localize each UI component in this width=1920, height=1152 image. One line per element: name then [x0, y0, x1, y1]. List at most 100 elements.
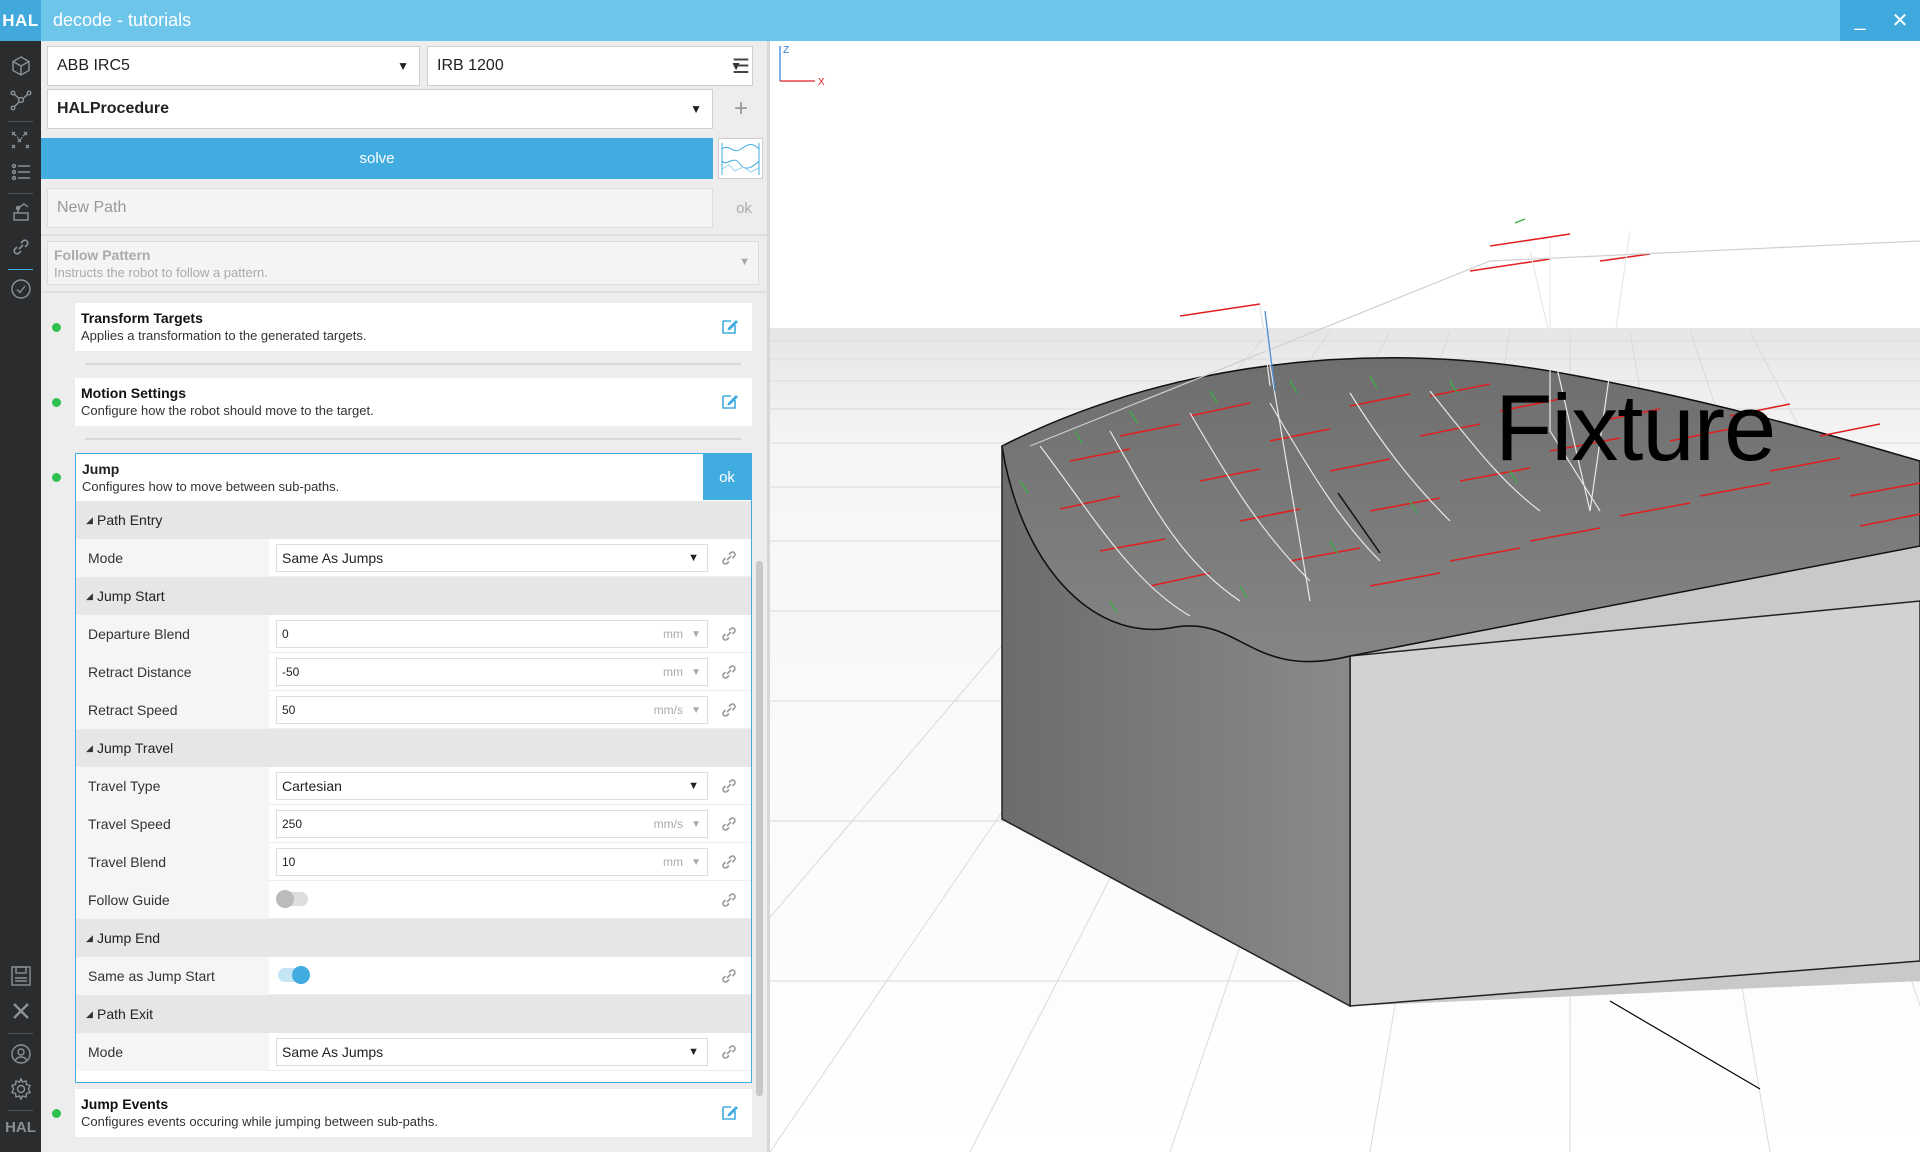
- chevron-down-icon[interactable]: ▼: [691, 667, 701, 678]
- save-icon[interactable]: [6, 961, 35, 990]
- title-bar: HAL decode - tutorials _ ✕: [0, 0, 1920, 41]
- section-jump-end[interactable]: ◢ Jump End: [76, 919, 751, 957]
- status-dot: [52, 473, 61, 482]
- section-jump-start[interactable]: ◢ Jump Start: [76, 577, 751, 615]
- controller-value: ABB IRC5: [57, 57, 130, 74]
- link-icon[interactable]: [719, 700, 739, 720]
- step-desc: Configures how to move between sub-paths…: [82, 479, 340, 494]
- jump-ok-button[interactable]: ok: [703, 454, 751, 500]
- jump-header[interactable]: Jump Configures how to move between sub-…: [76, 454, 751, 500]
- step-jump-events[interactable]: Jump Events Configures events occuring w…: [75, 1089, 752, 1137]
- field-label: Same as Jump Start: [88, 968, 215, 984]
- travel-blend-input[interactable]: 10 mm ▼: [276, 848, 708, 876]
- window-controls: _ ✕: [1840, 0, 1920, 41]
- close-window-button[interactable]: ✕: [1885, 8, 1915, 33]
- scatter-icon[interactable]: [6, 125, 35, 154]
- section-path-exit[interactable]: ◢ Path Exit: [76, 995, 751, 1033]
- field-label: Mode: [88, 550, 124, 566]
- collapse-icon: ◢: [86, 514, 93, 525]
- field-label: Travel Speed: [88, 816, 171, 832]
- row-travel-type: Travel Type Cartesian ▼: [76, 767, 751, 805]
- field-value: Cartesian: [282, 778, 342, 794]
- section-jump-travel[interactable]: ◢ Jump Travel: [76, 729, 751, 767]
- collapse-icon: ◢: [86, 1008, 93, 1019]
- same-as-jump-start-toggle[interactable]: [278, 966, 310, 984]
- robot-select[interactable]: IRB 1200 ▼: [427, 46, 753, 86]
- unit-label: mm/s: [653, 703, 683, 717]
- link-icon[interactable]: [719, 624, 739, 644]
- 3d-viewport[interactable]: Fixture Z X: [767, 41, 1920, 1152]
- follow-guide-toggle[interactable]: [276, 890, 308, 908]
- chevron-down-icon: ▼: [397, 59, 409, 73]
- procedure-select[interactable]: HALProcedure ▼: [47, 89, 713, 129]
- tool-rail: HAL: [0, 41, 41, 1152]
- departure-blend-input[interactable]: 0 mm ▼: [276, 620, 708, 648]
- network-icon[interactable]: [6, 85, 35, 114]
- close-icon[interactable]: [6, 996, 35, 1025]
- block-front-face: [1349, 600, 1920, 1007]
- link-icon[interactable]: [719, 966, 739, 986]
- solve-preview[interactable]: [718, 138, 763, 179]
- step-desc: Applies a transformation to the generate…: [81, 328, 367, 343]
- axis-x-label: X: [818, 77, 825, 88]
- add-procedure-button[interactable]: +: [721, 89, 761, 129]
- app-logo: HAL: [0, 0, 41, 41]
- robot-icon[interactable]: [6, 196, 35, 225]
- unit-label: mm: [663, 627, 683, 641]
- step-jump: Jump Configures how to move between sub-…: [75, 453, 752, 1083]
- panel-scrollbar[interactable]: [756, 561, 763, 1096]
- gear-icon[interactable]: [6, 1074, 35, 1103]
- edit-icon[interactable]: [720, 1102, 740, 1122]
- new-path-ok-button[interactable]: ok: [729, 188, 759, 228]
- step-motion-settings[interactable]: Motion Settings Configure how the robot …: [75, 378, 752, 426]
- section-path-entry[interactable]: ◢ Path Entry: [76, 501, 751, 539]
- procedure-value: HALProcedure: [57, 100, 170, 117]
- section-title: Jump Start: [97, 588, 165, 604]
- check-icon[interactable]: [6, 274, 35, 303]
- travel-speed-input[interactable]: 250 mm/s ▼: [276, 810, 708, 838]
- chevron-down-icon[interactable]: ▼: [691, 857, 701, 868]
- unit-label: mm/s: [653, 817, 683, 831]
- row-retract-speed: Retract Speed 50 mm/s ▼: [76, 691, 751, 729]
- chevron-down-icon[interactable]: ▼: [691, 819, 701, 830]
- travel-type-select[interactable]: Cartesian ▼: [276, 772, 708, 800]
- field-value: 0: [282, 627, 289, 641]
- pattern-select[interactable]: Follow Pattern Instructs the robot to fo…: [47, 241, 759, 285]
- step-desc: Configures events occuring while jumping…: [81, 1114, 438, 1129]
- unit-label: mm: [663, 855, 683, 869]
- axis-z-label: Z: [783, 45, 789, 56]
- link-icon[interactable]: [719, 890, 739, 910]
- retract-speed-input[interactable]: 50 mm/s ▼: [276, 696, 708, 724]
- step-title: Jump: [82, 461, 120, 477]
- controller-select[interactable]: ABB IRC5 ▼: [47, 46, 420, 86]
- edit-icon[interactable]: [720, 391, 740, 411]
- link-icon[interactable]: [719, 548, 739, 568]
- link-icon[interactable]: [6, 232, 35, 261]
- step-transform-targets[interactable]: Transform Targets Applies a transformati…: [75, 303, 752, 351]
- edit-icon[interactable]: [720, 316, 740, 336]
- list-icon[interactable]: [6, 157, 35, 186]
- link-icon[interactable]: [719, 852, 739, 872]
- entry-mode-select[interactable]: Same As Jumps ▼: [276, 544, 708, 572]
- retract-distance-input[interactable]: -50 mm ▼: [276, 658, 708, 686]
- menu-button[interactable]: ☰: [721, 46, 761, 86]
- step-title: Jump Events: [81, 1096, 169, 1112]
- user-icon[interactable]: [6, 1039, 35, 1068]
- section-title: Path Exit: [97, 1006, 154, 1022]
- chevron-down-icon[interactable]: ▼: [691, 629, 701, 640]
- pattern-desc: Instructs the robot to follow a pattern.: [54, 265, 268, 280]
- status-dot: [52, 323, 61, 332]
- exit-mode-select[interactable]: Same As Jumps ▼: [276, 1038, 708, 1066]
- new-path-input[interactable]: New Path: [47, 188, 713, 228]
- solve-button[interactable]: solve: [41, 138, 713, 179]
- chevron-down-icon: ▼: [688, 1046, 699, 1058]
- cube-icon[interactable]: [6, 51, 35, 80]
- minimize-button[interactable]: _: [1845, 9, 1875, 32]
- link-icon[interactable]: [719, 1042, 739, 1062]
- field-value: -50: [282, 665, 300, 679]
- wave-icon: [721, 143, 760, 175]
- link-icon[interactable]: [719, 814, 739, 834]
- link-icon[interactable]: [719, 662, 739, 682]
- chevron-down-icon[interactable]: ▼: [691, 705, 701, 716]
- link-icon[interactable]: [719, 776, 739, 796]
